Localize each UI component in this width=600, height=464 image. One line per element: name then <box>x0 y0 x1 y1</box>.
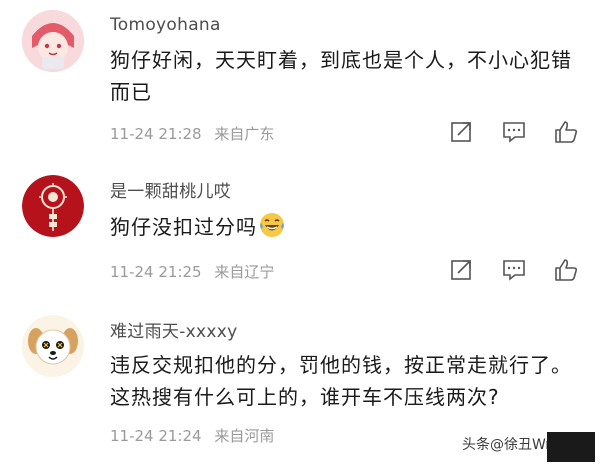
comment-actions <box>445 119 585 145</box>
timestamp: 11-24 21:24 <box>110 427 202 445</box>
location: 来自河南 <box>214 427 275 445</box>
comment-text-body: 狗仔没扣过分吗 <box>110 215 257 239</box>
like-icon[interactable] <box>553 119 579 145</box>
username[interactable]: 难过雨天-xxxxy <box>110 317 237 342</box>
reply-icon[interactable] <box>501 257 527 283</box>
like-icon[interactable] <box>553 257 579 283</box>
comment-item: Tomoyohana 狗仔好闲，天天盯着，到底也是个人，不小心犯错而已 11-2… <box>0 0 600 150</box>
comment-meta: 11-24 21:28 来自广东 <box>110 123 274 144</box>
comment-meta: 11-24 21:24 来自河南 <box>110 425 274 446</box>
avatar[interactable] <box>22 10 84 72</box>
comment-text: 狗仔没扣过分吗 <box>110 211 580 247</box>
comment-actions <box>445 257 585 283</box>
avatar[interactable] <box>22 315 84 377</box>
timestamp: 11-24 21:25 <box>110 263 202 281</box>
username[interactable]: Tomoyohana <box>110 15 221 35</box>
share-icon[interactable] <box>449 119 475 145</box>
timestamp: 11-24 21:28 <box>110 125 202 143</box>
avatar[interactable] <box>22 175 84 237</box>
comment-item: 是一颗甜桃儿哎 狗仔没扣过分吗 11-24 21:25 来自辽宁 <box>0 150 600 295</box>
share-icon[interactable] <box>449 257 475 283</box>
comment-meta: 11-24 21:25 来自辽宁 <box>110 261 274 282</box>
watermark-logo <box>547 432 595 462</box>
location: 来自辽宁 <box>214 263 275 281</box>
comment-text: 狗仔好闲，天天盯着，到底也是个人，不小心犯错而已 <box>110 48 572 104</box>
comment-text: 违反交规扣他的分，罚他的钱，按正常走就行了。这热搜有什么可上的，谁开车不压线两次… <box>110 353 572 409</box>
location: 来自广东 <box>214 125 275 143</box>
reply-icon[interactable] <box>501 119 527 145</box>
laughing-tears-emoji <box>259 212 285 247</box>
username[interactable]: 是一颗甜桃儿哎 <box>110 177 231 202</box>
